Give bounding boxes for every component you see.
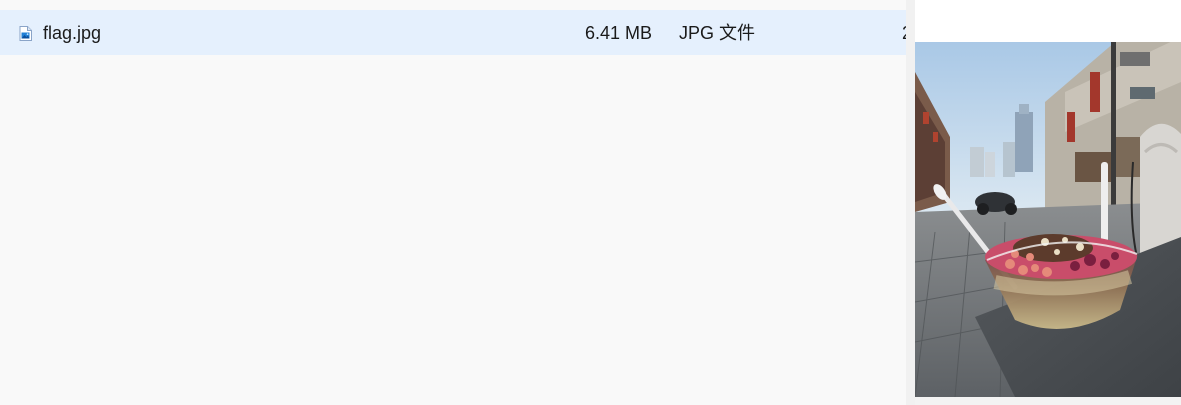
preview-header: [915, 0, 1181, 42]
file-name: flag.jpg: [43, 23, 102, 43]
image-preview: [915, 42, 1181, 397]
photo-preview-icon: [915, 42, 1181, 397]
file-list-pane: flag.jpg 6.41 MB JPG 文件 2: [0, 0, 906, 405]
file-size: 6.41 MB: [584, 23, 652, 43]
image-file-icon: [19, 26, 32, 41]
pane-splitter[interactable]: [906, 0, 915, 405]
preview-pane: [915, 0, 1181, 405]
file-explorer-window: flag.jpg 6.41 MB JPG 文件 2: [0, 0, 1181, 405]
file-type: JPG 文件: [679, 23, 756, 43]
file-row-flag-jpg[interactable]: flag.jpg 6.41 MB JPG 文件 2: [0, 10, 906, 55]
